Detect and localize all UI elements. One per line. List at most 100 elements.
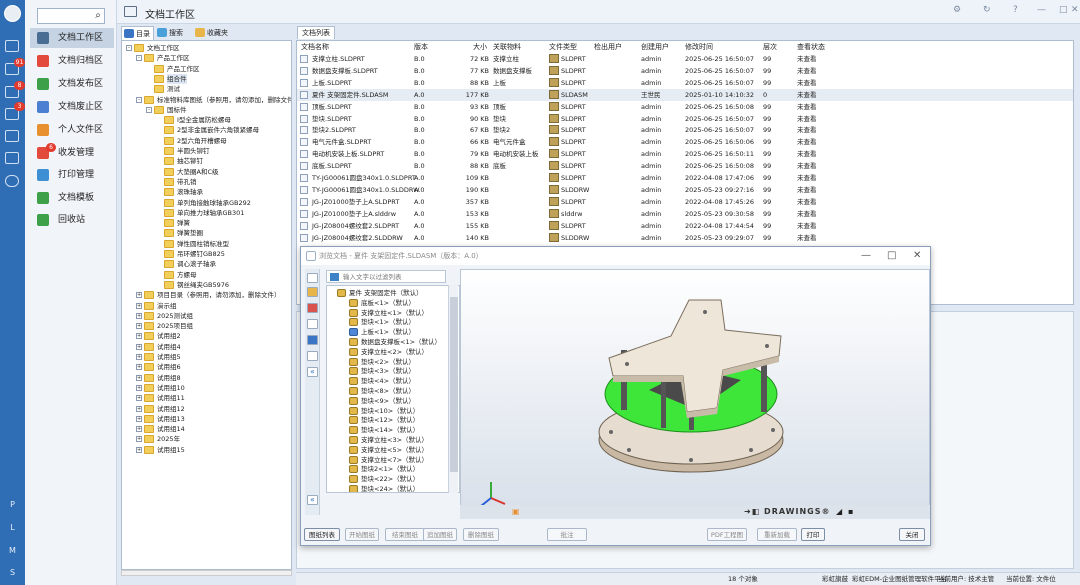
column-header[interactable]: 文档名称 (301, 42, 329, 52)
table-row[interactable]: 底板.SLDPRT B.0 88 KB 底板 SLDPRT admin 2025-06-25… (297, 160, 1073, 172)
minimize-icon[interactable]: — (861, 247, 871, 265)
table-row[interactable]: 垫块.SLDPRT B.0 90 KB 垫块 SLDPRT admin 2025-06-25… (297, 113, 1073, 125)
column-header[interactable]: 大小 (473, 42, 487, 52)
strip-letter[interactable]: S (0, 568, 25, 577)
menu-item[interactable]: 文档发布区 (30, 74, 114, 94)
camera-icon[interactable]: ▪ (848, 505, 853, 519)
column-header[interactable]: 层次 (763, 42, 777, 52)
table-row[interactable]: TY-JG00061圆盘340x1.0.SLDDRW A.0 190 KB SLDDR… (297, 184, 1073, 196)
tab-search[interactable]: 搜索 (155, 26, 186, 40)
dialog-button[interactable]: 图纸列表 (304, 528, 340, 541)
document-icon[interactable] (5, 130, 19, 142)
menu-item[interactable]: 回收站 (30, 210, 114, 230)
expand-toggle-icon[interactable]: + (136, 364, 142, 371)
column-header[interactable]: 关联物料 (493, 42, 521, 52)
archive-icon[interactable] (5, 152, 19, 164)
menu-item[interactable]: 文档废止区 (30, 97, 114, 117)
dialog-button[interactable]: 结束图纸 (385, 528, 425, 541)
menu-item[interactable]: 个人文件区 (30, 120, 114, 140)
dialog-button[interactable]: 开始图纸 (345, 528, 379, 541)
table-row[interactable]: 垫块2.SLDPRT B.0 67 KB 垫块2 SLDPRT admin 2025-06-… (297, 124, 1073, 136)
tree-scrollbar[interactable] (121, 570, 292, 576)
model-viewer[interactable] (460, 269, 930, 519)
column-header[interactable]: 查看状态 (797, 42, 825, 52)
menu-item[interactable]: 文档归档区 (30, 51, 114, 71)
settings-icon[interactable]: ⚙ (953, 5, 961, 15)
table-row[interactable]: JG-JZ08004螺纹套2.SLDPRT A.0 155 KB SLDPRT admi… (297, 220, 1073, 232)
dialog-button[interactable]: 关闭 (899, 528, 925, 541)
grid-icon[interactable] (5, 40, 19, 52)
snapshot-icon[interactable]: ◢ (836, 505, 842, 519)
pencil-icon[interactable] (307, 303, 318, 313)
expand-toggle-icon[interactable]: + (136, 343, 142, 350)
expand-toggle-icon[interactable]: + (136, 415, 142, 422)
table-row[interactable]: 夏件 支架固定件.SLDASM A.0 177 KB SLDASM 王世民 2025-01… (297, 88, 1073, 101)
chevron-left-icon[interactable]: « (307, 495, 318, 505)
expand-toggle-icon[interactable]: + (136, 323, 142, 330)
table-row[interactable]: 顶板.SLDPRT B.0 93 KB 顶板 SLDPRT admin 2025-06-25… (297, 101, 1073, 113)
strip-letter[interactable]: P (0, 500, 25, 509)
filter-input[interactable]: 输入文字以过滤列表 (326, 270, 446, 283)
table-row[interactable]: 电动机安装上板.SLDPRT B.0 79 KB 电动机安装上板 SLDPRT admin… (297, 148, 1073, 160)
column-header[interactable]: 版本 (414, 42, 428, 52)
cube-icon[interactable] (307, 273, 318, 283)
table-row[interactable]: 数据盘支撑板.SLDPRT B.0 77 KB 数据盘支撑板 SLDPRT admin 20… (297, 65, 1073, 77)
menu-item[interactable]: 收发管理 6 (30, 143, 114, 163)
table-row[interactable]: TY-JG00061圆盘340x1.0.SLDPRT A.0 109 KB SLDPR… (297, 172, 1073, 184)
rss-icon[interactable]: ▣ (512, 505, 520, 519)
table-row[interactable]: JG-JZ08004螺纹套2.SLDDRW A.0 140 KB SLDDRW admi… (297, 232, 1073, 244)
tab-directory[interactable]: 目录 (121, 26, 154, 40)
dialog-button[interactable]: 追加图纸 (423, 528, 457, 541)
layer-icon[interactable] (307, 319, 318, 329)
expand-toggle-icon[interactable]: - (136, 96, 142, 103)
expand-toggle-icon[interactable]: + (136, 333, 142, 340)
expand-toggle-icon[interactable]: + (136, 395, 142, 402)
avatar[interactable] (4, 5, 21, 22)
column-header[interactable]: 修改时间 (685, 42, 713, 52)
maximize-icon[interactable]: □ (1059, 5, 1068, 15)
expand-toggle-icon[interactable]: + (136, 302, 142, 309)
search-icon[interactable]: ⌕ (92, 9, 104, 22)
expand-toggle-icon[interactable]: + (136, 292, 142, 299)
close-icon[interactable]: ✕ (1071, 5, 1079, 15)
expand-toggle-icon[interactable]: + (136, 426, 142, 433)
column-header[interactable]: 创建用户 (641, 42, 669, 52)
help-icon[interactable]: ? (1013, 5, 1018, 15)
expand-toggle-icon[interactable]: - (136, 55, 142, 62)
dialog-button[interactable]: PDF工程图 (707, 528, 747, 541)
expand-toggle-icon[interactable]: - (126, 45, 132, 51)
expand-toggle-icon[interactable]: + (136, 446, 142, 453)
tab-favorites[interactable]: 收藏夹 (193, 26, 231, 40)
table-row[interactable]: 支撑立柱.SLDPRT B.0 72 KB 支撑立柱 SLDPRT admin 2025-0… (297, 53, 1073, 65)
table-row[interactable]: JG-JZ01000垫子上A.slddrw A.0 153 KB slddrw admi… (297, 208, 1073, 220)
expand-toggle-icon[interactable]: + (136, 405, 142, 412)
strip-letter[interactable]: L (0, 523, 25, 532)
tab-document-list[interactable]: 文档列表 (297, 26, 335, 39)
dialog-button[interactable]: 重新加载 (757, 528, 797, 541)
column-header[interactable]: 检出用户 (594, 42, 622, 52)
refresh-icon[interactable]: ↻ (983, 5, 991, 15)
table-row[interactable]: 电气元件盒.SLDPRT B.0 66 KB 电气元件盒 SLDPRT admin 2025… (297, 136, 1073, 148)
config-icon[interactable] (307, 287, 318, 297)
menu-item[interactable]: 文档工作区 (30, 28, 114, 48)
dialog-button[interactable]: 打印 (801, 528, 825, 541)
table-row[interactable]: 上板.SLDPRT B.0 88 KB 上板 SLDPRT admin 2025-06-25… (297, 77, 1073, 89)
maximize-icon[interactable]: □ (887, 247, 896, 265)
part-tree-scrollbar[interactable] (448, 285, 458, 493)
chevron-left-icon[interactable]: « (307, 367, 318, 377)
book-icon[interactable] (307, 335, 318, 345)
close-icon[interactable]: ✕ (913, 247, 921, 265)
gear-icon[interactable] (5, 175, 19, 187)
strip-letter[interactable]: M (0, 546, 25, 555)
menu-item[interactable]: 打印管理 (30, 165, 114, 185)
table-row[interactable]: JG-JZ01000垫子上A.SLDPRT A.0 357 KB SLDPRT admi… (297, 196, 1073, 208)
minimize-icon[interactable]: — (1037, 5, 1046, 15)
dialog-button[interactable]: 删除图纸 (463, 528, 499, 541)
dialog-button[interactable]: 批注 (547, 528, 587, 541)
scroll-thumb[interactable] (450, 297, 458, 472)
stamp-icon[interactable] (307, 351, 318, 361)
expand-toggle-icon[interactable]: + (136, 384, 142, 391)
expand-toggle-icon[interactable]: + (136, 312, 142, 319)
expand-toggle-icon[interactable]: - (146, 106, 152, 113)
expand-toggle-icon[interactable]: + (136, 436, 142, 443)
